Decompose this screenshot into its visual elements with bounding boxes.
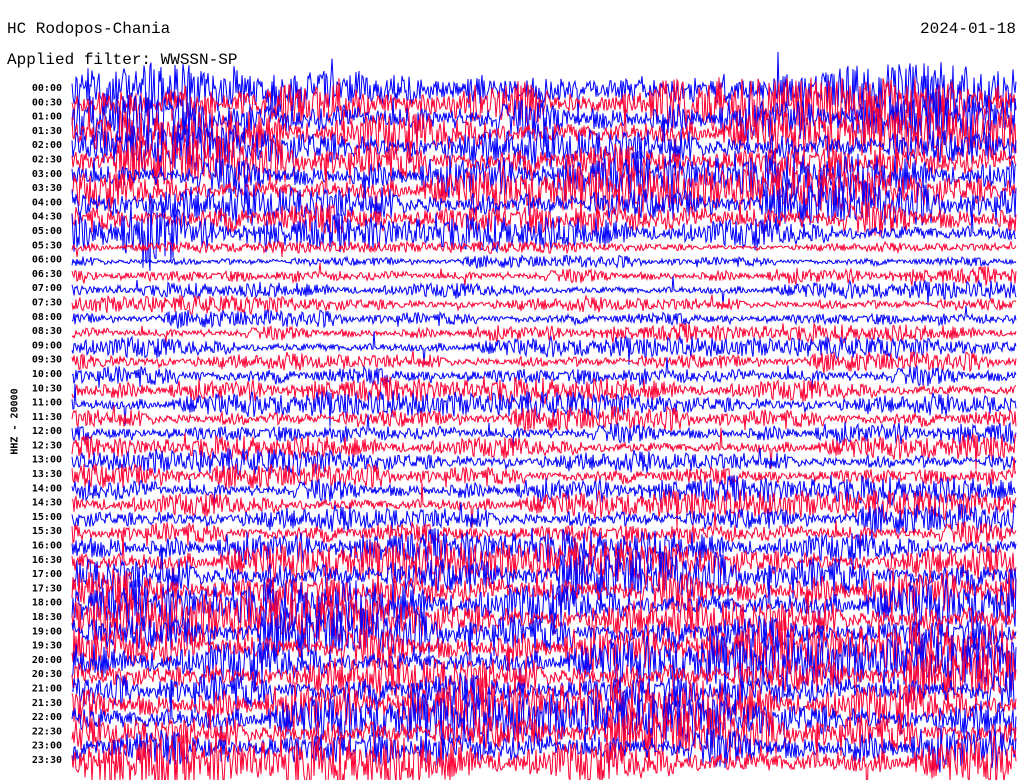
time-label: 20:30 xyxy=(32,669,62,680)
time-label: 02:30 xyxy=(32,154,62,165)
time-label: 06:30 xyxy=(32,269,62,280)
time-label: 07:30 xyxy=(32,297,62,308)
channel-label: HHZ - 20000 xyxy=(9,388,21,455)
time-label: 16:30 xyxy=(32,555,62,566)
trace-0600 xyxy=(71,254,1017,269)
time-label: 04:30 xyxy=(32,212,62,223)
time-label: 17:30 xyxy=(32,583,62,594)
time-label: 10:30 xyxy=(32,383,62,394)
time-label: 07:00 xyxy=(32,283,62,294)
trace-0730 xyxy=(71,294,1017,316)
time-label: 13:30 xyxy=(32,469,62,480)
time-label: 15:00 xyxy=(32,512,62,523)
time-label: 14:30 xyxy=(32,498,62,509)
seismogram-plot: 00:00 00:30 01:00 01:30 02:00 02:30 03:00 03:30… xyxy=(32,51,1017,780)
time-label: 05:00 xyxy=(32,226,62,237)
time-label: 01:30 xyxy=(32,126,62,137)
trace-0630 xyxy=(71,262,1017,286)
time-label: 22:30 xyxy=(32,726,62,737)
time-label: 10:00 xyxy=(32,369,62,380)
time-label: 16:00 xyxy=(32,541,62,552)
time-label: 03:00 xyxy=(32,169,62,180)
helicorder-view: HC Rodopos-Chania 2024-01-18 Applied fil… xyxy=(0,0,1024,780)
time-label: 23:00 xyxy=(32,741,62,752)
time-label: 18:30 xyxy=(32,612,62,623)
time-label: 02:00 xyxy=(32,140,62,151)
time-label: 19:30 xyxy=(32,641,62,652)
time-label: 21:30 xyxy=(32,698,62,709)
time-label: 21:00 xyxy=(32,684,62,695)
time-label: 12:30 xyxy=(32,440,62,451)
time-label: 22:00 xyxy=(32,712,62,723)
time-label: 00:00 xyxy=(32,83,62,94)
time-label: 19:00 xyxy=(32,626,62,637)
time-label: 15:30 xyxy=(32,526,62,537)
time-label: 14:00 xyxy=(32,483,62,494)
time-label: 09:30 xyxy=(32,355,62,366)
time-label: 20:00 xyxy=(32,655,62,666)
time-label: 06:00 xyxy=(32,255,62,266)
time-label: 17:00 xyxy=(32,569,62,580)
time-label: 04:00 xyxy=(32,197,62,208)
time-label: 08:00 xyxy=(32,312,62,323)
trace-0830 xyxy=(71,321,1017,344)
time-label: 01:00 xyxy=(32,112,62,123)
time-label: 09:00 xyxy=(32,340,62,351)
time-label: 23:30 xyxy=(32,755,62,766)
time-label: 11:00 xyxy=(32,398,62,409)
time-label: 08:30 xyxy=(32,326,62,337)
time-label: 00:30 xyxy=(32,97,62,108)
time-label: 13:00 xyxy=(32,455,62,466)
time-label: 18:00 xyxy=(32,598,62,609)
time-label: 03:30 xyxy=(32,183,62,194)
time-label: 05:30 xyxy=(32,240,62,251)
time-label: 11:30 xyxy=(32,412,62,423)
trace-0930 xyxy=(71,350,1017,373)
time-label: 12:00 xyxy=(32,426,62,437)
